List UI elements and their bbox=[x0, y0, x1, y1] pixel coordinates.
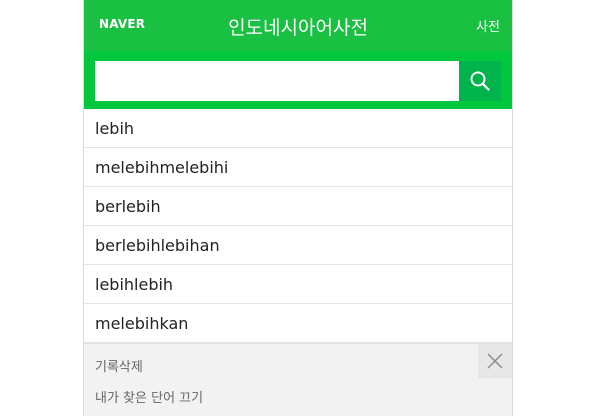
suggestion-item[interactable]: melebihkan bbox=[84, 304, 512, 343]
close-icon bbox=[487, 353, 503, 369]
page-title: 인도네시아어사전 bbox=[228, 17, 368, 39]
header: NAVER 인도네시아어사전 사전 bbox=[84, 0, 512, 51]
suggestion-item[interactable]: berlebihlebihan bbox=[84, 226, 512, 265]
suggestion-item[interactable]: berlebih bbox=[84, 187, 512, 226]
suggestion-list: lebih melebihmelebihi berlebih berlebihl… bbox=[84, 109, 512, 343]
history-footer: 기록삭제 내가 찾은 단어 끄기 bbox=[84, 343, 512, 416]
search-icon bbox=[470, 71, 490, 91]
dictionary-link[interactable]: 사전 bbox=[476, 16, 500, 35]
search-input[interactable] bbox=[95, 61, 459, 101]
suggestion-item[interactable]: lebihlebih bbox=[84, 265, 512, 304]
suggestion-item[interactable]: melebihmelebihi bbox=[84, 148, 512, 187]
suggestion-item[interactable]: lebih bbox=[84, 109, 512, 148]
turn-off-my-words-link[interactable]: 내가 찾은 단어 끄기 bbox=[95, 387, 203, 406]
search-button[interactable] bbox=[459, 61, 501, 101]
delete-history-link[interactable]: 기록삭제 bbox=[95, 356, 143, 375]
close-button[interactable] bbox=[478, 344, 512, 378]
search-bar bbox=[84, 51, 512, 109]
dictionary-panel: NAVER 인도네시아어사전 사전 lebih melebihmelebihi … bbox=[83, 0, 513, 416]
